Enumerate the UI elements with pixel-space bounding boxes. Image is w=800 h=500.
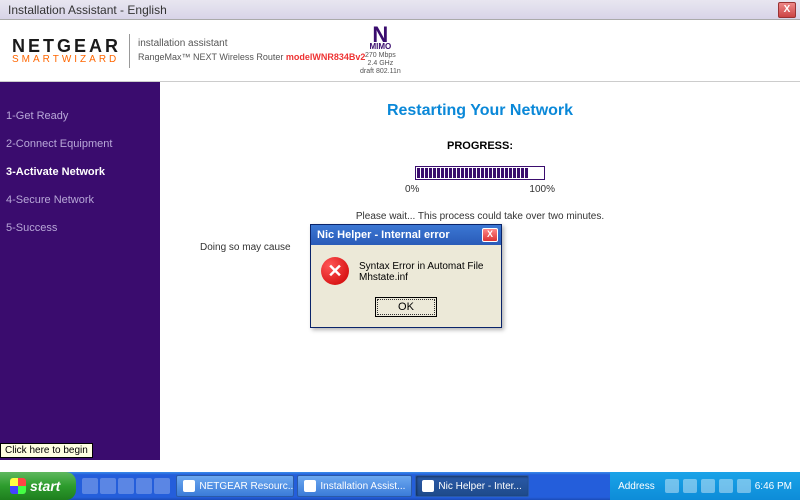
product-line: RangeMax™ NEXT Wireless Router modelWNR8… [138, 51, 365, 64]
ql-icon[interactable] [82, 478, 98, 494]
taskbar-task-1[interactable]: NETGEAR Resourc... [176, 475, 294, 497]
ok-button[interactable]: OK [375, 297, 437, 317]
progress-min: 0% [405, 184, 419, 195]
tray-icon[interactable] [701, 479, 715, 493]
dialog-close-icon[interactable]: X [482, 228, 498, 242]
brand-name: NETGEAR [12, 37, 121, 55]
divider [129, 34, 130, 68]
progress-label: PROGRESS: [190, 140, 770, 152]
tray-icon[interactable] [683, 479, 697, 493]
page-title: Restarting Your Network [190, 102, 770, 120]
task-icon [304, 480, 316, 492]
header-text: installation assistant RangeMax™ NEXT Wi… [138, 37, 365, 64]
system-tray: Address 6:46 PM [610, 472, 800, 500]
tray-icon[interactable] [719, 479, 733, 493]
dialog-titlebar[interactable]: Nic Helper - Internal error X [311, 225, 501, 245]
dialog-body: ✕ Syntax Error in Automat File Mhstate.i… [311, 245, 501, 297]
clock[interactable]: 6:46 PM [755, 481, 792, 492]
app-titlebar: Installation Assistant - English X [0, 0, 800, 20]
sidebar-step-1[interactable]: 1-Get Ready [0, 102, 160, 130]
error-icon: ✕ [321, 257, 349, 285]
model-number: modelWNR834Bv2 [286, 52, 366, 62]
sidebar-step-4[interactable]: 4-Secure Network [0, 186, 160, 214]
ql-icon[interactable] [100, 478, 116, 494]
dialog-title: Nic Helper - Internal error [314, 229, 482, 241]
tray-icon[interactable] [665, 479, 679, 493]
taskbar: start NETGEAR Resourc... Installation As… [0, 472, 800, 500]
app-title: Installation Assistant - English [4, 3, 778, 17]
error-dialog: Nic Helper - Internal error X ✕ Syntax E… [310, 224, 502, 328]
sidebar-step-2[interactable]: 2-Connect Equipment [0, 130, 160, 158]
taskbar-task-3[interactable]: Nic Helper - Inter... [415, 475, 528, 497]
ql-icon[interactable] [154, 478, 170, 494]
sidebar-step-3[interactable]: 3-Activate Network [0, 158, 160, 186]
task-icon [422, 480, 434, 492]
progress-range: 0% 100% [405, 184, 555, 195]
wait-text: Please wait... This process could take o… [190, 211, 770, 222]
ql-icon[interactable] [118, 478, 134, 494]
dialog-message: Syntax Error in Automat File Mhstate.inf [359, 257, 491, 283]
start-button[interactable]: start [0, 472, 76, 500]
ql-icon[interactable] [136, 478, 152, 494]
progress-bar [415, 166, 545, 180]
sidebar-step-5[interactable]: 5-Success [0, 214, 160, 242]
quick-launch [76, 478, 176, 494]
progress-max: 100% [529, 184, 555, 195]
task-icon [183, 480, 195, 492]
assistant-label: installation assistant [138, 37, 365, 51]
header: NETGEAR SMARTWIZARD installation assista… [0, 20, 800, 82]
taskbar-task-2[interactable]: Installation Assist... [297, 475, 412, 497]
tray-icon[interactable] [737, 479, 751, 493]
sidebar: 1-Get Ready 2-Connect Equipment 3-Activa… [0, 82, 160, 460]
tooltip: Click here to begin [0, 443, 93, 458]
mimo-logo: N MIMO 270 Mbps 2.4 GHz draft 802.11n [360, 26, 401, 75]
brand-sub: SMARTWIZARD [12, 55, 121, 65]
address-label: Address [618, 481, 655, 492]
close-icon[interactable]: X [778, 2, 796, 18]
netgear-logo: NETGEAR SMARTWIZARD [12, 37, 121, 65]
